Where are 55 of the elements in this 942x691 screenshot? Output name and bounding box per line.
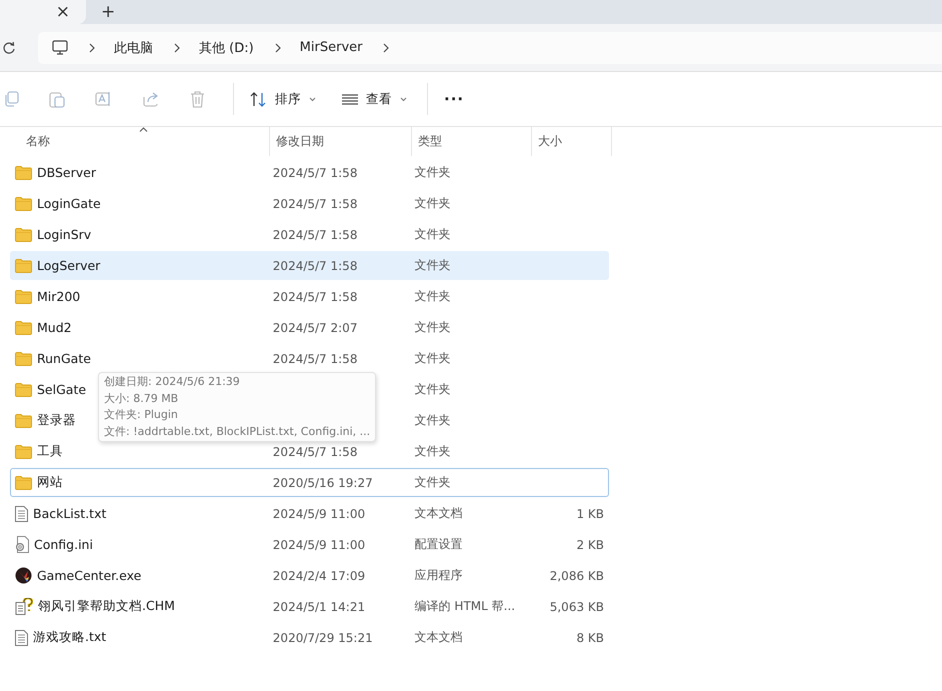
file-name: RunGate bbox=[37, 351, 91, 366]
file-type: 文件夹 bbox=[414, 350, 452, 367]
modified-date: 2024/5/7 1:58 bbox=[272, 258, 358, 272]
file-type: 文件夹 bbox=[414, 257, 452, 274]
tooltip-line: 文件: !addrtable.txt, BlockIPList.txt, Config.ini, ... bbox=[104, 424, 370, 440]
modified-date: 2024/2/4 17:09 bbox=[272, 568, 366, 582]
file-name: BackList.txt bbox=[33, 506, 106, 521]
file-name: 网站 bbox=[37, 474, 63, 491]
file-type: 文件夹 bbox=[414, 474, 452, 491]
tooltip-line: 文件夹: Plugin bbox=[104, 407, 178, 423]
file-name: LoginGate bbox=[37, 196, 101, 211]
file-name: GameCenter.exe bbox=[37, 568, 142, 583]
file-name: Mir200 bbox=[37, 289, 80, 304]
file-type: 文本文档 bbox=[414, 629, 464, 646]
modified-date: 2024/5/7 1:58 bbox=[272, 444, 358, 458]
file-name: LogServer bbox=[37, 258, 100, 273]
file-name: SelGate bbox=[37, 382, 86, 397]
modified-date: 2024/5/7 1:58 bbox=[272, 290, 358, 304]
file-type: 文件夹 bbox=[414, 226, 452, 243]
file-type: 文件夹 bbox=[414, 164, 452, 181]
file-name: LoginSrv bbox=[37, 227, 92, 242]
file-type: 文件夹 bbox=[414, 412, 452, 429]
modified-date: 2024/5/7 1:58 bbox=[272, 166, 358, 180]
file-type: 配置设置 bbox=[414, 536, 464, 553]
file-type: 文件夹 bbox=[414, 288, 452, 305]
file-type: 应用程序 bbox=[414, 567, 464, 584]
file-size: 1 KB bbox=[576, 506, 604, 520]
modified-date: 2024/5/7 1:58 bbox=[272, 228, 358, 242]
tooltip-line: 大小: 8.79 MB bbox=[104, 390, 178, 406]
file-name: 工具 bbox=[37, 443, 63, 460]
modified-date: 2024/5/7 1:58 bbox=[272, 352, 358, 366]
file-type: 文件夹 bbox=[414, 381, 452, 398]
modified-date: 2024/5/1 14:21 bbox=[272, 600, 366, 614]
modified-date: 2024/5/7 2:07 bbox=[272, 320, 358, 334]
file-size: 2 KB bbox=[576, 538, 604, 552]
modified-date: 2024/5/9 11:00 bbox=[272, 506, 366, 520]
file-type: 文件夹 bbox=[414, 195, 452, 212]
file-name: Config.ini bbox=[34, 537, 93, 552]
tooltip-line: 创建日期: 2024/5/6 21:39 bbox=[104, 374, 240, 390]
file-size: 5,063 KB bbox=[550, 600, 604, 614]
file-size: 2,086 KB bbox=[550, 568, 604, 582]
file-name: 登录器 bbox=[37, 412, 76, 429]
file-type: 编译的 HTML 帮... bbox=[414, 598, 516, 615]
file-type: 文件夹 bbox=[414, 443, 452, 460]
file-name: DBServer bbox=[37, 165, 96, 180]
modified-date: 2020/5/16 19:27 bbox=[272, 476, 373, 490]
file-type: 文本文档 bbox=[414, 505, 464, 522]
file-name: 翎风引擎帮助文档.CHM bbox=[38, 598, 175, 615]
modified-date: 2020/7/29 15:21 bbox=[272, 630, 373, 644]
file-type: 文件夹 bbox=[414, 319, 452, 336]
modified-date: 2024/5/7 1:58 bbox=[272, 196, 358, 210]
file-name: Mud2 bbox=[37, 320, 72, 335]
modified-date: 2024/5/9 11:00 bbox=[272, 538, 366, 552]
file-size: 8 KB bbox=[576, 630, 604, 644]
file-name: 游戏攻略.txt bbox=[33, 629, 106, 646]
